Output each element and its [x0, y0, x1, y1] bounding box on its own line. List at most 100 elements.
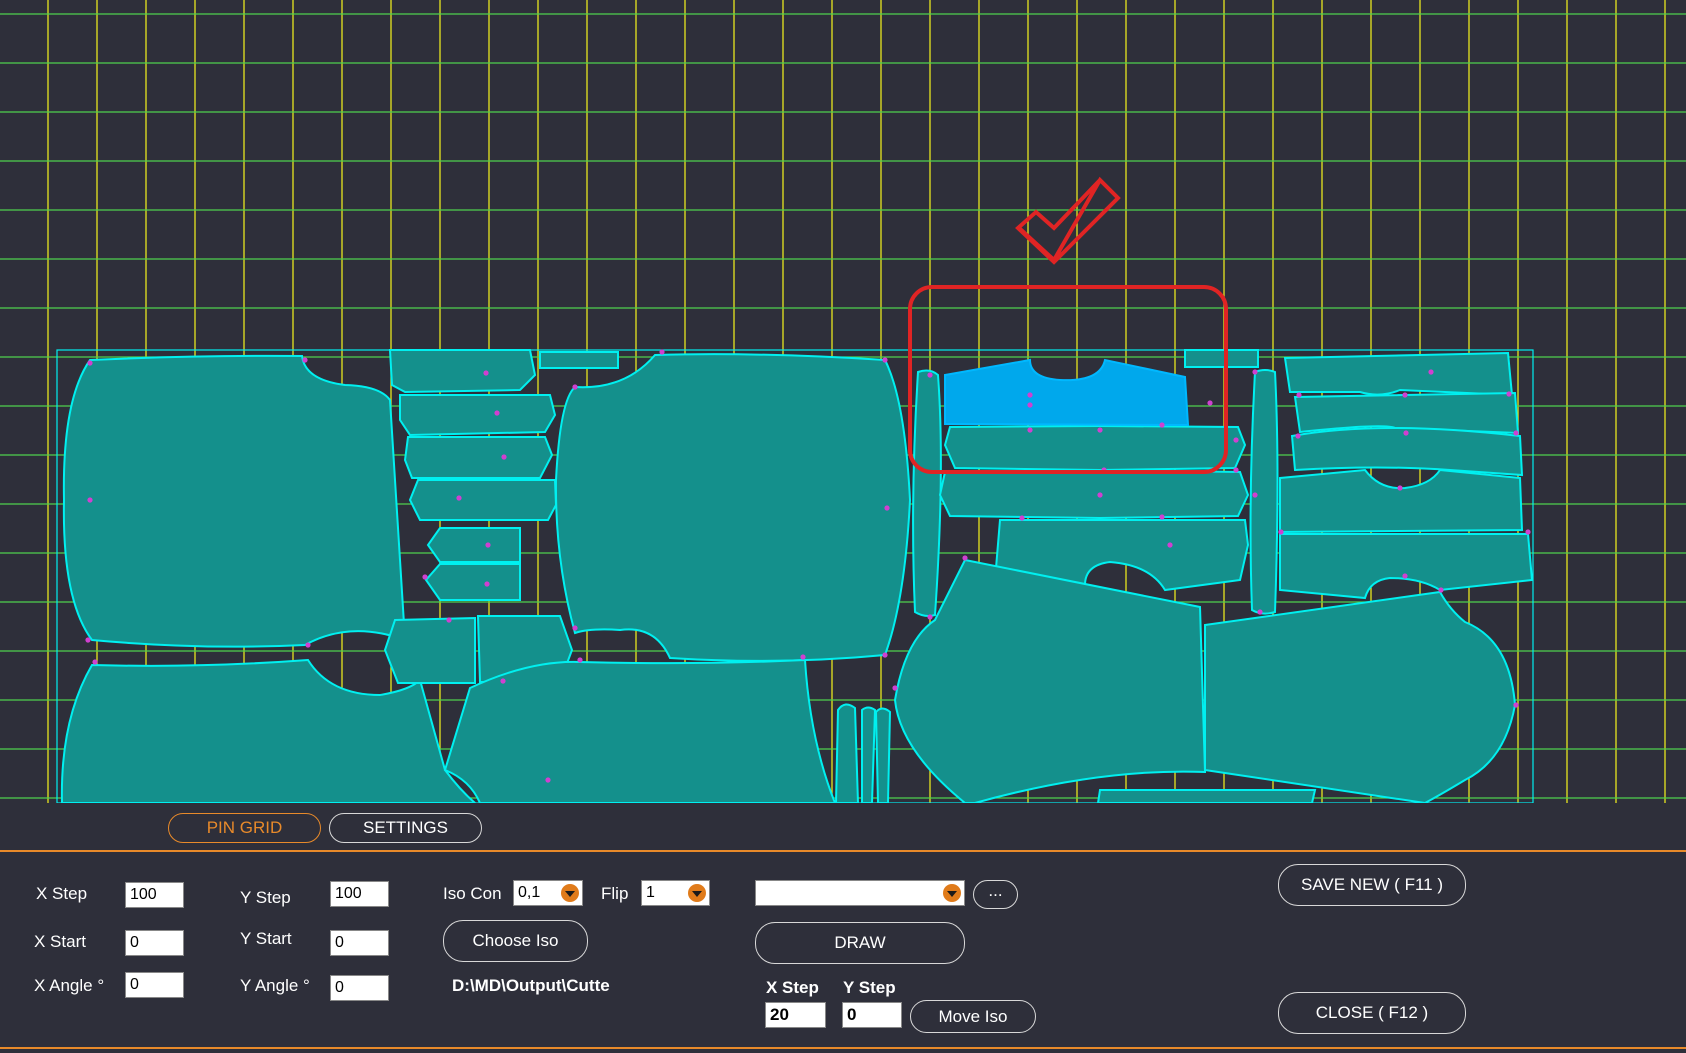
pattern-piece[interactable]: [388, 349, 537, 394]
x-angle-input[interactable]: [125, 972, 184, 998]
pattern-piece[interactable]: [62, 354, 407, 648]
pin-marker: [884, 505, 890, 511]
pin-marker: [1525, 529, 1531, 535]
pattern-piece[interactable]: [539, 351, 619, 369]
pin-marker: [577, 657, 583, 663]
chevron-down-icon[interactable]: [943, 884, 961, 902]
pattern-piece[interactable]: [1184, 349, 1259, 368]
iso-con-value: 0,1: [518, 884, 541, 901]
pin-marker: [483, 370, 489, 376]
pin-marker: [882, 357, 888, 363]
draw-button[interactable]: DRAW: [755, 922, 965, 964]
pin-marker: [1513, 702, 1519, 708]
pin-marker: [1513, 430, 1519, 436]
move-iso-button[interactable]: Move Iso: [910, 1000, 1036, 1033]
tab-settings[interactable]: SETTINGS: [329, 813, 482, 843]
choose-iso-button[interactable]: Choose Iso: [443, 920, 588, 962]
pin-marker: [1159, 514, 1165, 520]
pin-marker: [1402, 573, 1408, 579]
pin-marker: [494, 410, 500, 416]
pattern-piece[interactable]: [912, 369, 942, 617]
pattern-piece[interactable]: [893, 558, 1207, 803]
pin-marker: [659, 349, 665, 355]
pin-marker: [422, 574, 428, 580]
save-new-button[interactable]: SAVE NEW ( F11 ): [1278, 864, 1466, 906]
pattern-piece[interactable]: [1293, 391, 1520, 435]
y-start-input[interactable]: [330, 930, 389, 956]
pin-marker: [1207, 400, 1213, 406]
pattern-piece[interactable]: [861, 706, 877, 804]
move-x-step-input[interactable]: [765, 1002, 826, 1028]
pin-marker: [892, 685, 898, 691]
pattern-piece[interactable]: [408, 479, 558, 521]
pattern-piece[interactable]: [834, 703, 860, 803]
chevron-down-icon[interactable]: [561, 884, 579, 902]
pattern-piece[interactable]: [1283, 351, 1514, 397]
pin-marker: [800, 654, 806, 660]
pin-marker: [545, 777, 551, 783]
pattern-piece[interactable]: [1279, 468, 1524, 534]
x-step-input[interactable]: [125, 882, 184, 908]
marker-drawing[interactable]: [0, 0, 1686, 803]
pin-marker: [1233, 437, 1239, 443]
pin-marker: [484, 581, 490, 587]
pattern-piece[interactable]: [403, 436, 554, 479]
close-button[interactable]: CLOSE ( F12 ): [1278, 992, 1466, 1034]
y-angle-label: Y Angle °: [240, 976, 310, 995]
pattern-piece[interactable]: [1096, 789, 1317, 803]
pattern-piece[interactable]: [874, 707, 892, 804]
marker-canvas[interactable]: [0, 0, 1686, 803]
pattern-piece[interactable]: [554, 353, 912, 662]
pin-grid-panel: X Step X Start X Angle ° Y Step Y Start …: [0, 850, 1686, 1049]
pin-marker: [1019, 515, 1025, 521]
pattern-piece[interactable]: [426, 527, 521, 563]
pattern-piece[interactable]: [383, 616, 476, 684]
x-start-input[interactable]: [125, 930, 184, 956]
pin-marker: [1027, 427, 1033, 433]
pin-marker: [87, 497, 93, 503]
iso-con-select[interactable]: 0,1: [513, 880, 583, 906]
flip-select[interactable]: 1: [641, 880, 710, 906]
y-angle-input[interactable]: [330, 975, 389, 1001]
pattern-piece[interactable]: [1279, 533, 1534, 600]
pin-marker: [1295, 433, 1301, 439]
pin-marker: [305, 642, 311, 648]
iso-file-path: D:\MD\Output\Cutte: [452, 976, 610, 995]
move-y-step-input[interactable]: [842, 1002, 902, 1028]
pin-marker: [1506, 391, 1512, 397]
chevron-down-icon[interactable]: [688, 884, 706, 902]
pattern-piece[interactable]: [1249, 369, 1279, 615]
x-step-label: X Step: [36, 884, 88, 903]
pin-marker: [1167, 542, 1173, 548]
pattern-piece[interactable]: [399, 394, 557, 437]
pin-marker: [446, 617, 452, 623]
pattern-piece[interactable]: [938, 468, 1250, 520]
pin-marker: [1403, 430, 1409, 436]
pin-marker: [1257, 609, 1263, 615]
flip-label: Flip: [601, 884, 629, 903]
x-angle-label: X Angle °: [34, 976, 105, 995]
y-start-label: Y Start: [240, 929, 292, 948]
pin-marker: [927, 614, 933, 620]
y-step-input[interactable]: [330, 881, 389, 907]
pin-marker: [87, 360, 93, 366]
pin-marker: [882, 652, 888, 658]
pattern-piece[interactable]: [943, 424, 1247, 472]
pin-marker: [92, 659, 98, 665]
pin-marker: [1252, 492, 1258, 498]
y-step-label: Y Step: [240, 888, 291, 907]
selected-pattern-piece[interactable]: [944, 358, 1190, 427]
pattern-piece[interactable]: [1204, 590, 1517, 803]
browse-button[interactable]: ...: [973, 880, 1018, 909]
tab-pin-grid[interactable]: PIN GRID: [168, 813, 321, 843]
pin-marker: [927, 372, 933, 378]
move-x-step-label: X Step: [766, 978, 819, 997]
pattern-pieces[interactable]: [60, 349, 1534, 804]
move-y-step-label: Y Step: [843, 978, 896, 997]
pin-marker: [1027, 402, 1033, 408]
pin-marker: [1397, 485, 1403, 491]
pin-marker: [1097, 492, 1103, 498]
pattern-piece[interactable]: [424, 563, 521, 601]
pin-marker: [500, 678, 506, 684]
file-select[interactable]: [755, 880, 965, 906]
